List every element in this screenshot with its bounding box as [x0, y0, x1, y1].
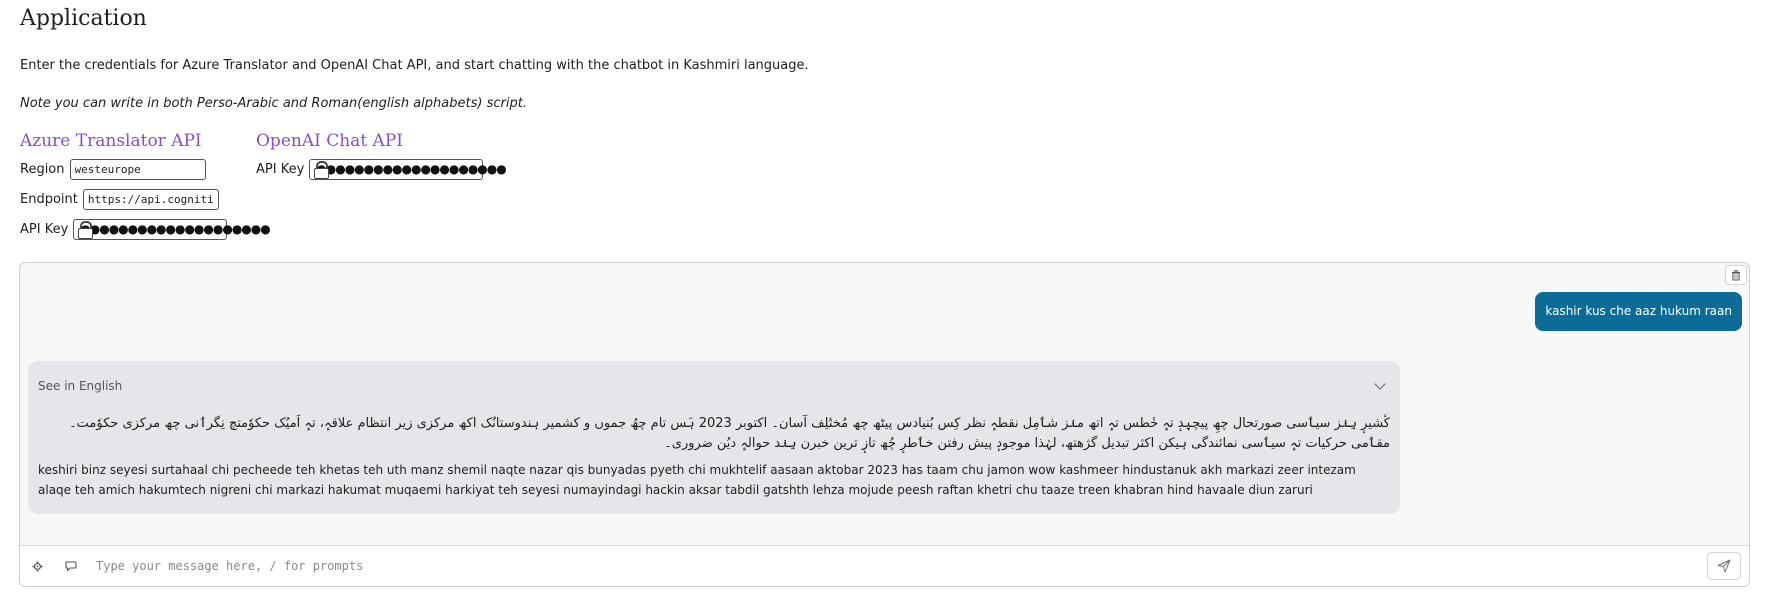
- script-note: Note you can write in both Perso-Arabic …: [20, 96, 527, 111]
- see-in-english-label: See in English: [38, 379, 123, 393]
- azure-apikey-label: API Key: [20, 221, 69, 237]
- chatbot-panel: kashir kus che aaz hukum raan See in Eng…: [19, 262, 1750, 587]
- page-title: Application: [20, 6, 147, 31]
- openai-heading: OpenAI Chat API: [256, 131, 403, 151]
- chevron-down-icon: [1374, 378, 1386, 390]
- region-label: Region: [20, 161, 65, 177]
- send-button[interactable]: [1707, 552, 1741, 580]
- message-composer: [20, 545, 1749, 586]
- azure-apikey-field: API Key ●●●●●●●●●●●●●●●●●●●●: [20, 218, 271, 240]
- chat-bubble-icon: [65, 560, 77, 571]
- openai-credentials: OpenAI Chat API API Key ●●●●●●●●●●●●●●●●…: [256, 130, 507, 188]
- gear-icon: [31, 560, 43, 572]
- app-page: Application Enter the credentials for Az…: [0, 0, 1774, 250]
- azure-apikey-mask: ●●●●●●●●●●●●●●●●●●●●: [80, 222, 270, 236]
- bot-message: See in English کٔشیرٕ ہِنٛز سیٲسی صورتحا…: [28, 361, 1400, 514]
- user-message: kashir kus che aaz hukum raan: [1535, 292, 1742, 331]
- region-input[interactable]: [69, 158, 206, 180]
- clear-chat-button[interactable]: [1725, 265, 1747, 285]
- prompts-button[interactable]: [54, 546, 88, 587]
- azure-credentials: Azure Translator API Region Endpoint API…: [20, 130, 271, 248]
- azure-heading: Azure Translator API: [20, 131, 202, 151]
- openai-apikey-mask: ●●●●●●●●●●●●●●●●●●●●: [316, 162, 506, 176]
- openai-apikey-field: API Key ●●●●●●●●●●●●●●●●●●●●: [256, 158, 507, 180]
- credentials-section: Azure Translator API Region Endpoint API…: [20, 130, 1754, 250]
- see-in-english-toggle[interactable]: See in English: [38, 371, 1390, 401]
- kashmiri-text: کٔشیرٕ ہِنٛز سیٲسی صورتحال چھِ پیچیٖدٕ ت…: [69, 416, 1390, 451]
- message-input[interactable]: [88, 551, 1707, 581]
- openai-apikey-input[interactable]: ●●●●●●●●●●●●●●●●●●●●: [309, 158, 507, 180]
- endpoint-input[interactable]: [82, 188, 219, 210]
- endpoint-field: Endpoint: [20, 188, 227, 210]
- trash-icon: [1732, 269, 1740, 280]
- roman-text: keshiri binz seyesi surtahaal chi pechee…: [38, 463, 1356, 497]
- page-description: Enter the credentials for Azure Translat…: [20, 58, 809, 73]
- azure-apikey-input[interactable]: ●●●●●●●●●●●●●●●●●●●●: [73, 218, 271, 240]
- send-icon: [1717, 559, 1731, 573]
- endpoint-label: Endpoint: [20, 191, 78, 207]
- settings-button[interactable]: [20, 546, 54, 587]
- region-field: Region: [20, 158, 227, 180]
- openai-apikey-label: API Key: [256, 161, 305, 177]
